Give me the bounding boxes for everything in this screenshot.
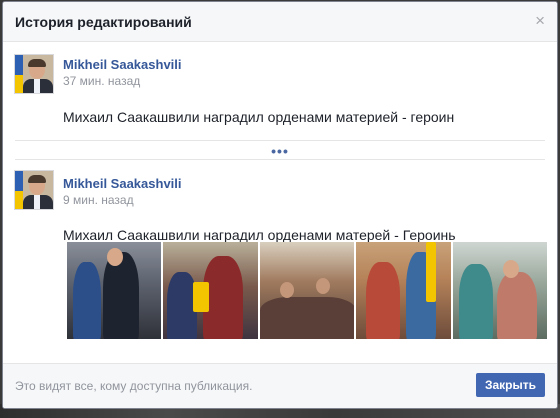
close-button[interactable]: Закрыть	[475, 373, 545, 397]
revision-list: Mikheil Saakashvili 37 мин. назад Михаил…	[3, 43, 557, 339]
dialog-footer: Это видят все, кому доступна публикация.…	[3, 363, 557, 408]
revision-text: Михаил Саакашвили наградил орденами мате…	[63, 109, 455, 125]
shirt-shape	[34, 195, 40, 209]
more-revisions-dots[interactable]: •••	[3, 144, 557, 158]
dialog-header: История редактирований ×	[3, 2, 557, 42]
revision-text: Михаил Саакашвили наградил орденами мате…	[63, 227, 456, 243]
close-icon[interactable]: ×	[535, 12, 545, 30]
dialog-title: История редактирований	[15, 13, 192, 30]
hair-shape	[28, 59, 46, 67]
divider	[15, 159, 545, 160]
divider	[15, 140, 545, 141]
photo-thumbnail[interactable]	[259, 242, 355, 339]
photo-thumbnail[interactable]	[163, 242, 258, 339]
photo-strip	[67, 242, 548, 339]
visibility-note: Это видят все, кому доступна публикация.	[15, 379, 253, 393]
avatar[interactable]	[14, 54, 54, 94]
author-link[interactable]: Mikheil Saakashvili	[63, 176, 182, 191]
hair-shape	[28, 175, 46, 183]
revision-time[interactable]: 37 мин. назад	[63, 74, 140, 88]
avatar[interactable]	[14, 170, 54, 210]
revision-time[interactable]: 9 мин. назад	[63, 193, 134, 207]
flag-shape	[15, 55, 23, 93]
flag-shape	[15, 171, 23, 209]
author-link[interactable]: Mikheil Saakashvili	[63, 57, 182, 72]
shirt-shape	[34, 79, 40, 93]
photo-thumbnail[interactable]	[67, 242, 162, 339]
edit-history-dialog: История редактирований × Mikheil Saakash…	[2, 1, 558, 409]
photo-thumbnail[interactable]	[356, 242, 451, 339]
photo-thumbnail[interactable]	[452, 242, 548, 339]
